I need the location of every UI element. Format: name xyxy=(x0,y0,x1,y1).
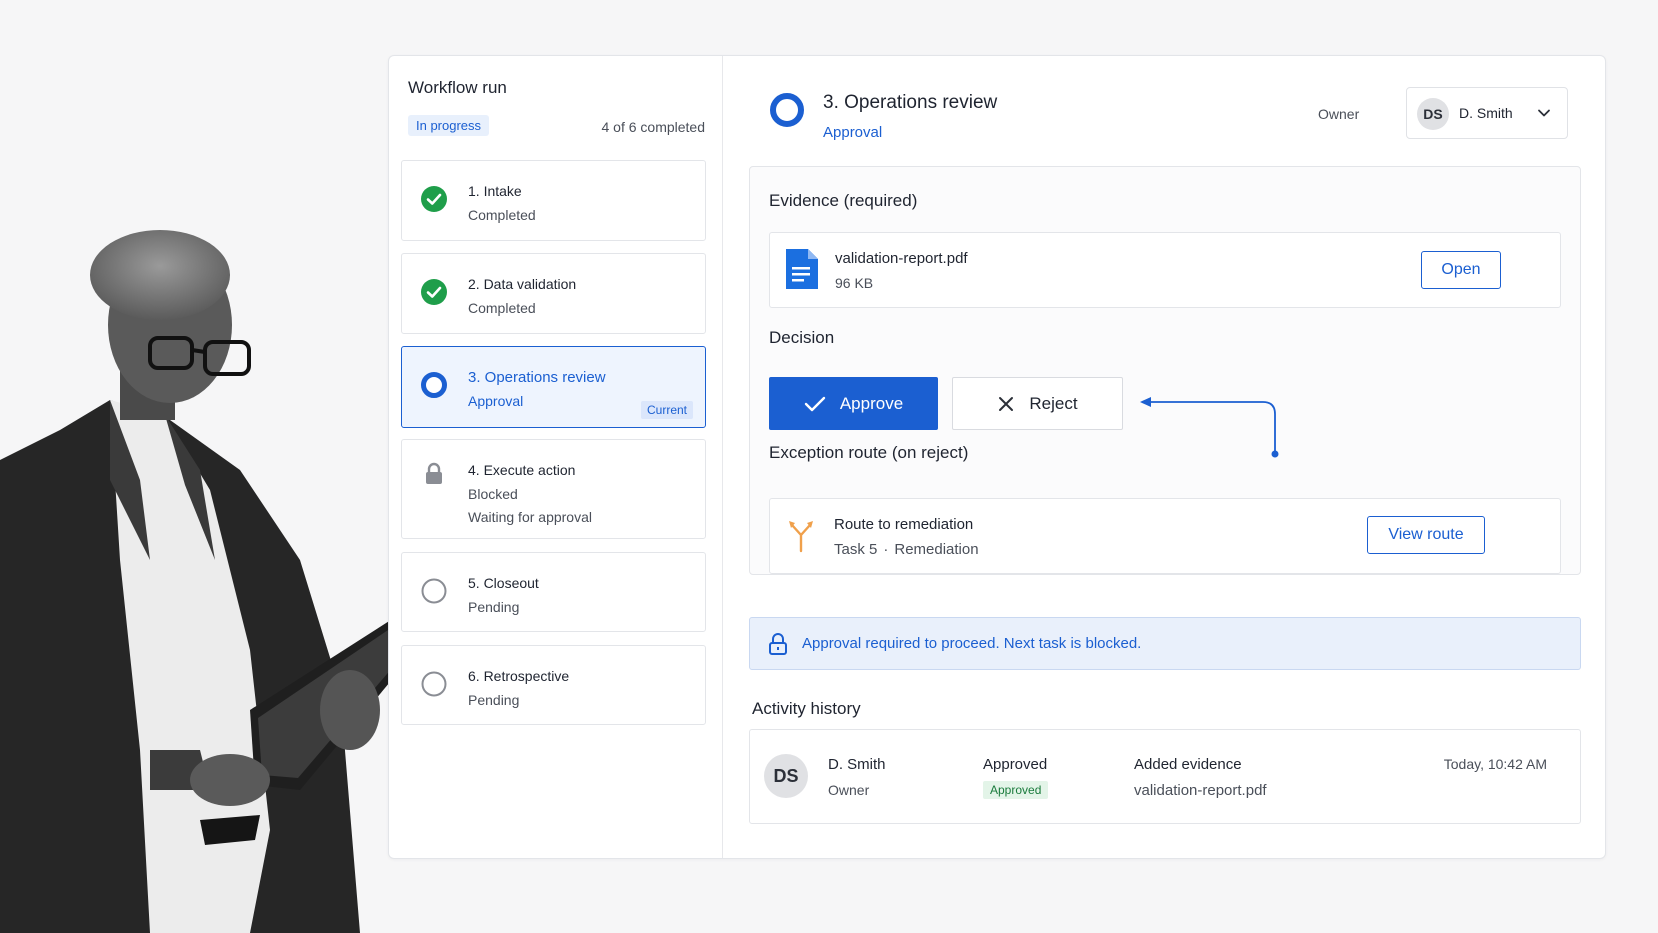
avatar: DS xyxy=(764,754,808,798)
notice-text: Approval required to proceed. Next task … xyxy=(802,635,1142,652)
empty-circle-icon xyxy=(421,578,447,604)
split-route-icon xyxy=(789,521,813,553)
route-task: Task 5 xyxy=(834,541,878,558)
owner-select[interactable]: DS D. Smith xyxy=(1406,87,1568,139)
step-title: 5. Closeout xyxy=(468,575,539,591)
step-status: Approval xyxy=(468,393,524,409)
activity-action: Added evidence xyxy=(1134,756,1242,773)
current-step-ring-icon xyxy=(421,372,447,398)
step-note: Waiting for approval xyxy=(468,509,592,525)
step-status: Pending xyxy=(468,692,520,708)
evidence-heading: Evidence (required) xyxy=(769,191,918,210)
step-intake[interactable]: 1. Intake Completed xyxy=(401,160,706,241)
current-badge: Current xyxy=(640,401,693,419)
step-title: 1. Intake xyxy=(468,183,522,199)
current-step-ring-icon xyxy=(770,93,804,127)
exception-heading: Exception route (on reject) xyxy=(769,443,969,462)
activity-user-role: Owner xyxy=(828,782,870,798)
activity-status: Approved xyxy=(983,756,1048,773)
workflow-sidebar: Workflow run In progress 4 of 6 complete… xyxy=(389,56,723,858)
lock-icon xyxy=(426,462,442,484)
status-badge: Approved xyxy=(983,781,1049,799)
reject-button[interactable]: Reject xyxy=(952,377,1123,430)
view-route-button[interactable]: View route xyxy=(1367,516,1485,554)
step-data-validation[interactable]: 2. Data validation Completed xyxy=(401,253,706,334)
review-card: Evidence (required) validation-report.pd… xyxy=(749,166,1581,575)
approval-notice: Approval required to proceed. Next task … xyxy=(749,617,1581,670)
step-closeout[interactable]: 5. Closeout Pending xyxy=(401,552,706,632)
owner-name: D. Smith xyxy=(1459,105,1513,121)
step-operations-review[interactable]: 3. Operations review Approval Current xyxy=(401,346,706,428)
avatar: DS xyxy=(1417,98,1449,130)
step-execute-action[interactable]: 4. Execute action Blocked Waiting for ap… xyxy=(401,439,706,539)
step-title: 2. Data validation xyxy=(468,276,577,292)
empty-circle-icon xyxy=(421,671,447,697)
owner-label: Owner xyxy=(1318,106,1360,122)
reject-route-arrow-icon xyxy=(1140,397,1279,458)
route-target: Remediation xyxy=(894,541,979,558)
step-title: 4. Execute action xyxy=(468,462,576,478)
workflow-panel: Workflow run In progress 4 of 6 complete… xyxy=(388,55,1606,859)
lock-icon xyxy=(769,633,787,655)
document-icon xyxy=(786,249,818,289)
workflow-title: Workflow run xyxy=(408,78,507,97)
activity-timestamp: Today, 10:42 AM xyxy=(1443,756,1547,772)
step-retrospective[interactable]: 6. Retrospective Pending xyxy=(401,645,706,725)
workflow-progress-count: 4 of 6 completed xyxy=(601,119,705,135)
open-file-button[interactable]: Open xyxy=(1421,251,1501,289)
file-size: 96 KB xyxy=(835,275,874,291)
chevron-down-icon xyxy=(1538,109,1550,117)
route-subtitle: Task 5 · Remediation xyxy=(834,541,979,558)
check-icon xyxy=(804,396,826,411)
evidence-file: validation-report.pdf 96 KB Open xyxy=(769,232,1561,308)
step-status: Completed xyxy=(468,207,536,223)
approve-button[interactable]: Approve xyxy=(769,377,938,430)
check-circle-icon xyxy=(421,279,447,305)
task-detail: 3. Operations review Approval Owner DS D… xyxy=(723,56,1605,858)
exception-route: Route to remediation Task 5 · Remediation … xyxy=(769,498,1561,574)
close-icon xyxy=(999,396,1014,411)
step-status: Completed xyxy=(468,300,536,316)
workflow-status-badge: In progress xyxy=(408,115,490,136)
activity-file: validation-report.pdf xyxy=(1134,782,1267,799)
activity-user-name: D. Smith xyxy=(828,756,886,773)
check-circle-icon xyxy=(421,186,447,212)
route-separator: · xyxy=(883,541,889,558)
step-status: Blocked xyxy=(468,486,518,502)
approve-label: Approve xyxy=(839,393,904,413)
step-status: Pending xyxy=(468,599,520,615)
step-title: 6. Retrospective xyxy=(468,668,570,684)
task-type: Approval xyxy=(823,124,883,141)
task-title: 3. Operations review xyxy=(823,92,998,113)
route-title: Route to remediation xyxy=(834,516,974,533)
file-name: validation-report.pdf xyxy=(835,250,968,267)
reject-label: Reject xyxy=(1029,393,1078,413)
activity-heading: Activity history xyxy=(752,699,861,718)
decision-heading: Decision xyxy=(769,328,835,347)
activity-entry: DS D. Smith Owner Approved Approved Adde… xyxy=(749,729,1581,824)
step-title: 3. Operations review xyxy=(468,369,606,386)
